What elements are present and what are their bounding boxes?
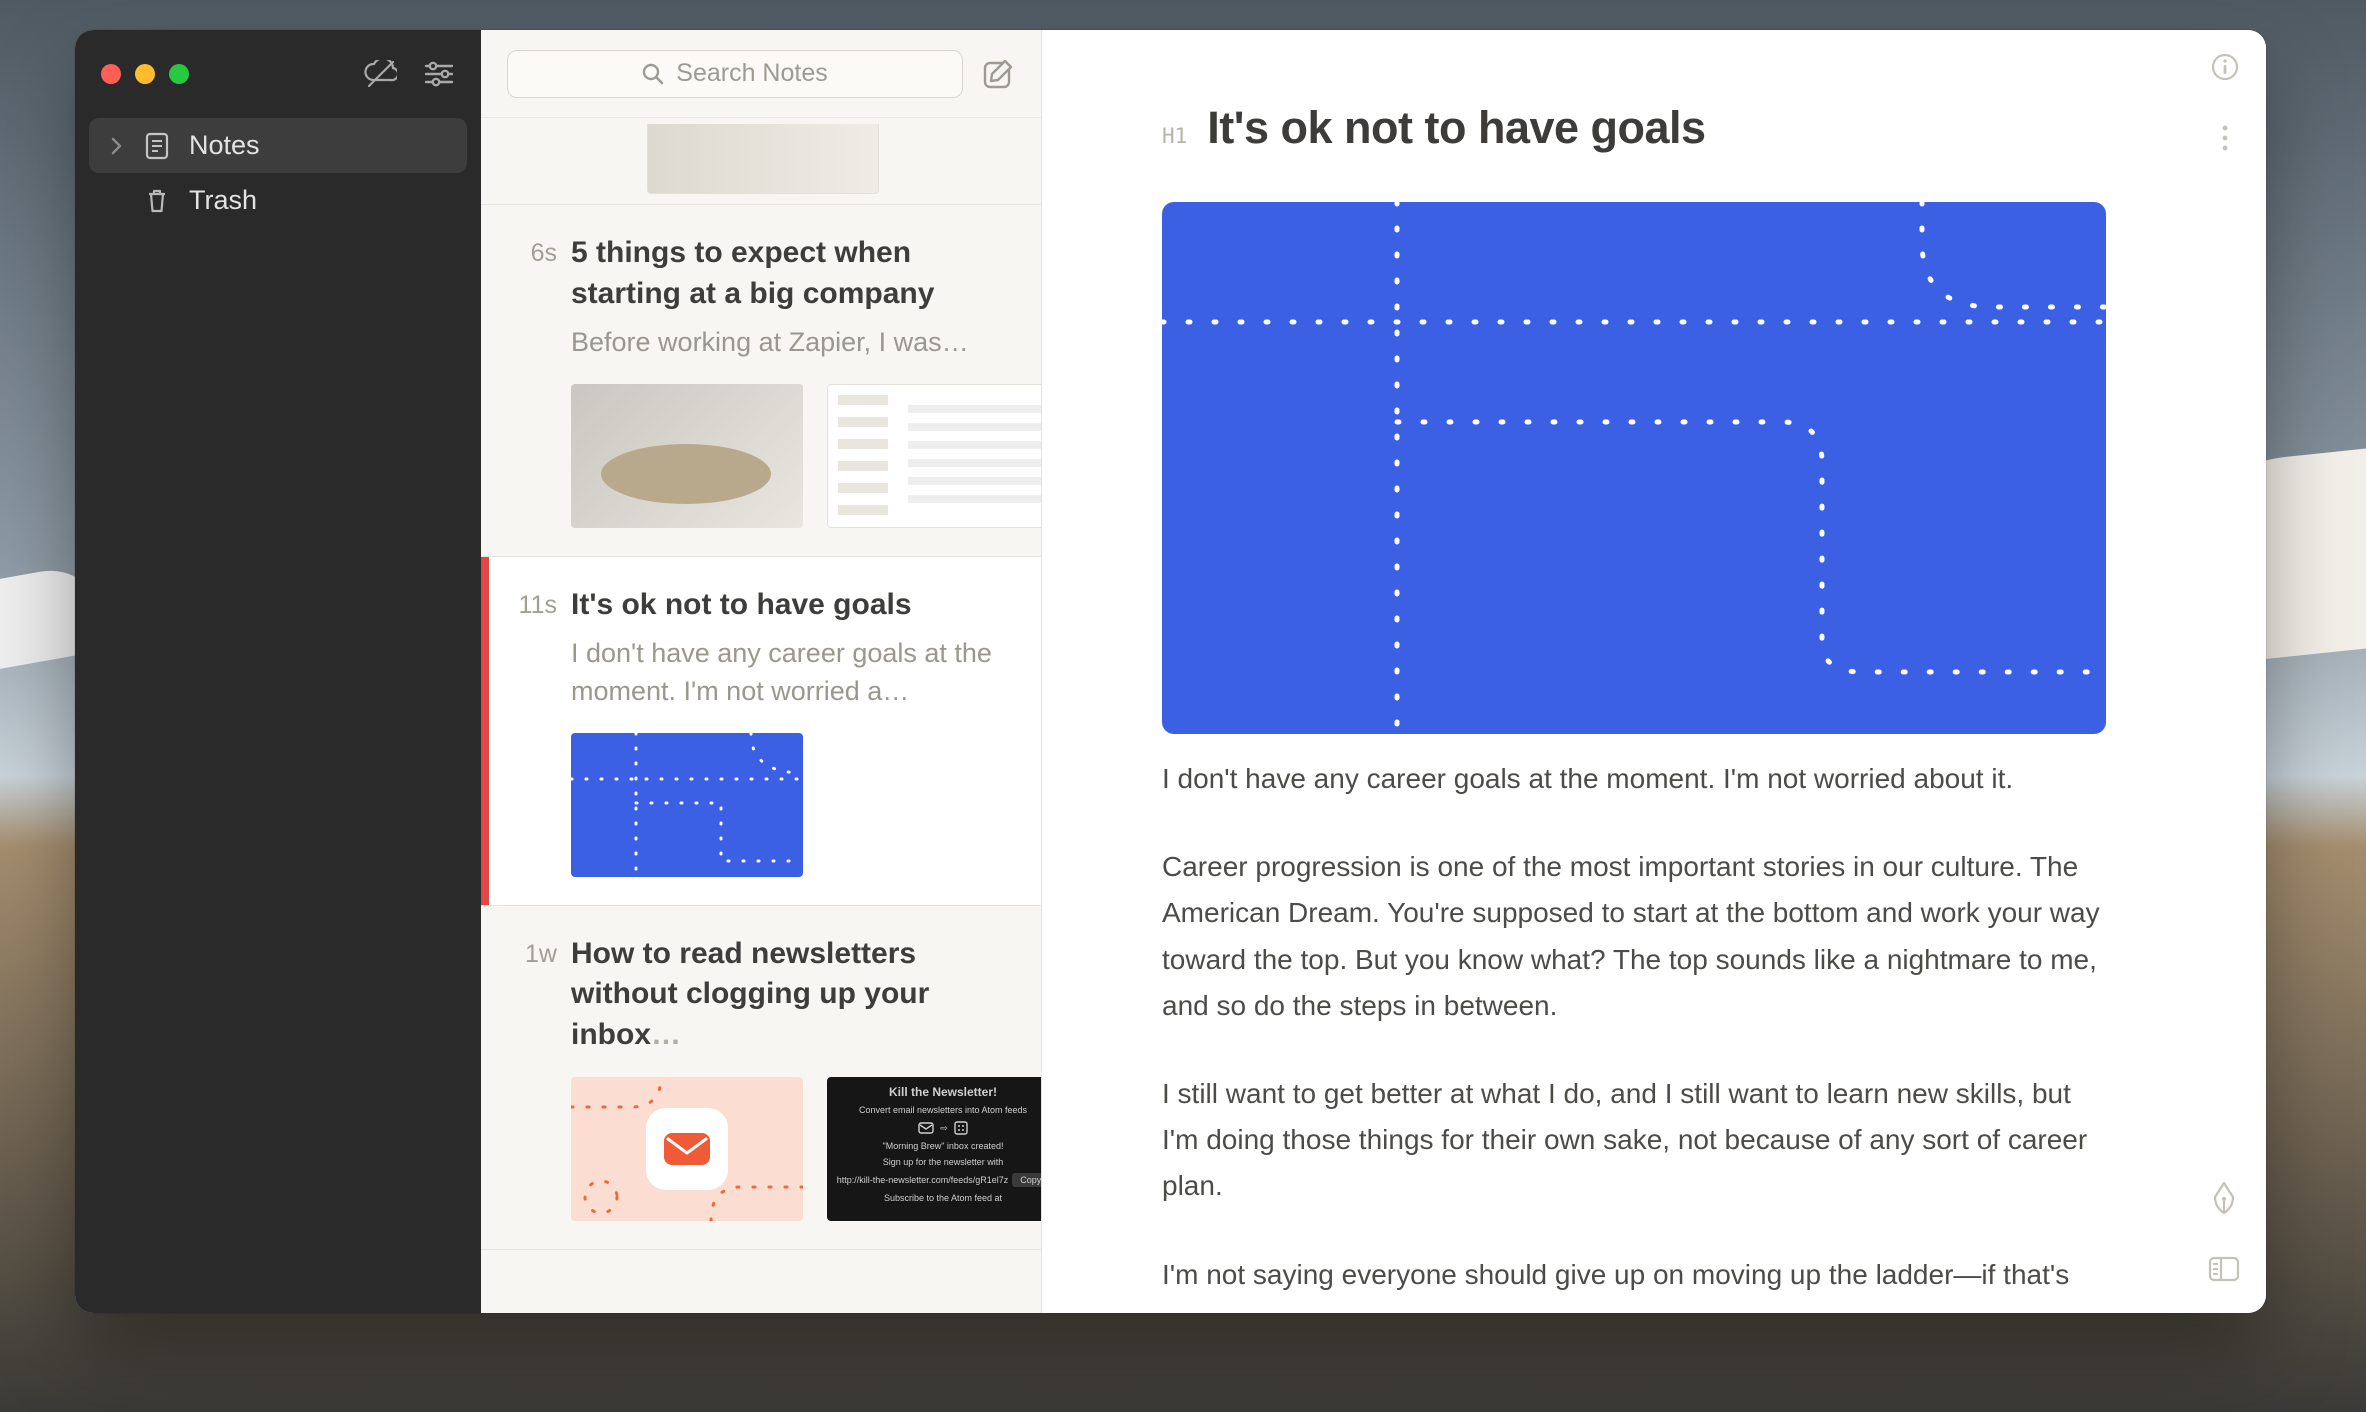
editor-tools-bottom [2208,1181,2240,1287]
note-list-item[interactable]: 1w How to read newsletters without clogg… [481,906,1041,1251]
note-thumbnails: Kill the Newsletter! Convert email newsl… [571,1077,1013,1221]
window-controls [101,64,189,84]
note-thumbnail [571,1077,803,1221]
note-thumbnail [647,124,879,194]
editor-tools-top [2210,52,2240,158]
document-paragraph[interactable]: I'm not saying everyone should give up o… [1162,1252,2102,1298]
app-window: Notes • Trash Search Notes [75,30,2266,1313]
sidebar-nav: Notes • Trash [75,118,481,228]
document-title[interactable]: It's ok not to have goals [1207,102,1705,154]
note-thumbnail: Kill the Newsletter! Convert email newsl… [827,1077,1041,1221]
sidebar-item-label: Trash [189,185,257,216]
note-thumbnail [571,384,803,528]
note-thumbnail [827,384,1041,528]
sidebar-item-trash[interactable]: • Trash [89,173,467,228]
note-title: How to read newsletters without clogging… [571,934,1013,1056]
notes-list-header: Search Notes [481,30,1041,118]
search-placeholder: Search Notes [676,59,827,88]
sidebar: Notes • Trash [75,30,481,1313]
sidebar-item-notes[interactable]: Notes [89,118,467,173]
note-title: It's ok not to have goals [571,585,1013,626]
note-icon [143,132,171,160]
note-timestamp: 6s [491,233,557,528]
heading-level-tag: H1 [1162,124,1187,148]
note-list-item-partial[interactable] [481,118,1041,205]
document: H1 It's ok not to have goals I don't hav… [1042,30,2266,1313]
note-editor[interactable]: H1 It's ok not to have goals I don't hav… [1042,30,2266,1313]
zoom-window-button[interactable] [169,64,189,84]
document-hero-image [1162,202,2106,734]
note-timestamp: 11s [491,585,557,877]
panel-icon[interactable] [2208,1256,2240,1287]
document-paragraph[interactable]: I don't have any career goals at the mom… [1162,756,2102,802]
notes-list[interactable]: 6s 5 things to expect when starting at a… [481,118,1041,1313]
note-excerpt: Before working at Zapier, I was… [571,324,1013,362]
note-list-item[interactable]: 11s It's ok not to have goals I don't ha… [481,557,1041,906]
settings-icon[interactable] [423,60,455,88]
sync-icon[interactable] [363,60,397,88]
search-icon [642,63,664,85]
note-excerpt: I don't have any career goals at the mom… [571,635,1013,711]
sidebar-item-label: Notes [189,130,260,161]
document-paragraph[interactable]: Career progression is one of the most im… [1162,844,2102,1029]
note-title: 5 things to expect when starting at a bi… [571,233,1013,314]
titlebar [75,30,481,118]
trash-icon [143,187,171,215]
note-thumbnails [571,733,1013,877]
chevron-right-icon [107,137,125,155]
info-icon[interactable] [2210,52,2240,87]
close-window-button[interactable] [101,64,121,84]
pen-icon[interactable] [2209,1181,2239,1220]
notes-list-column: Search Notes 6s 5 things to expect when … [481,30,1042,1313]
note-timestamp: 1w [491,934,557,1222]
more-icon[interactable] [2220,123,2230,158]
minimize-window-button[interactable] [135,64,155,84]
compose-button[interactable] [981,57,1015,91]
note-thumbnail [571,733,803,877]
note-list-item[interactable]: 6s 5 things to expect when starting at a… [481,205,1041,557]
document-paragraph[interactable]: I still want to get better at what I do,… [1162,1071,2102,1210]
search-input[interactable]: Search Notes [507,50,963,98]
note-thumbnails [571,384,1013,528]
